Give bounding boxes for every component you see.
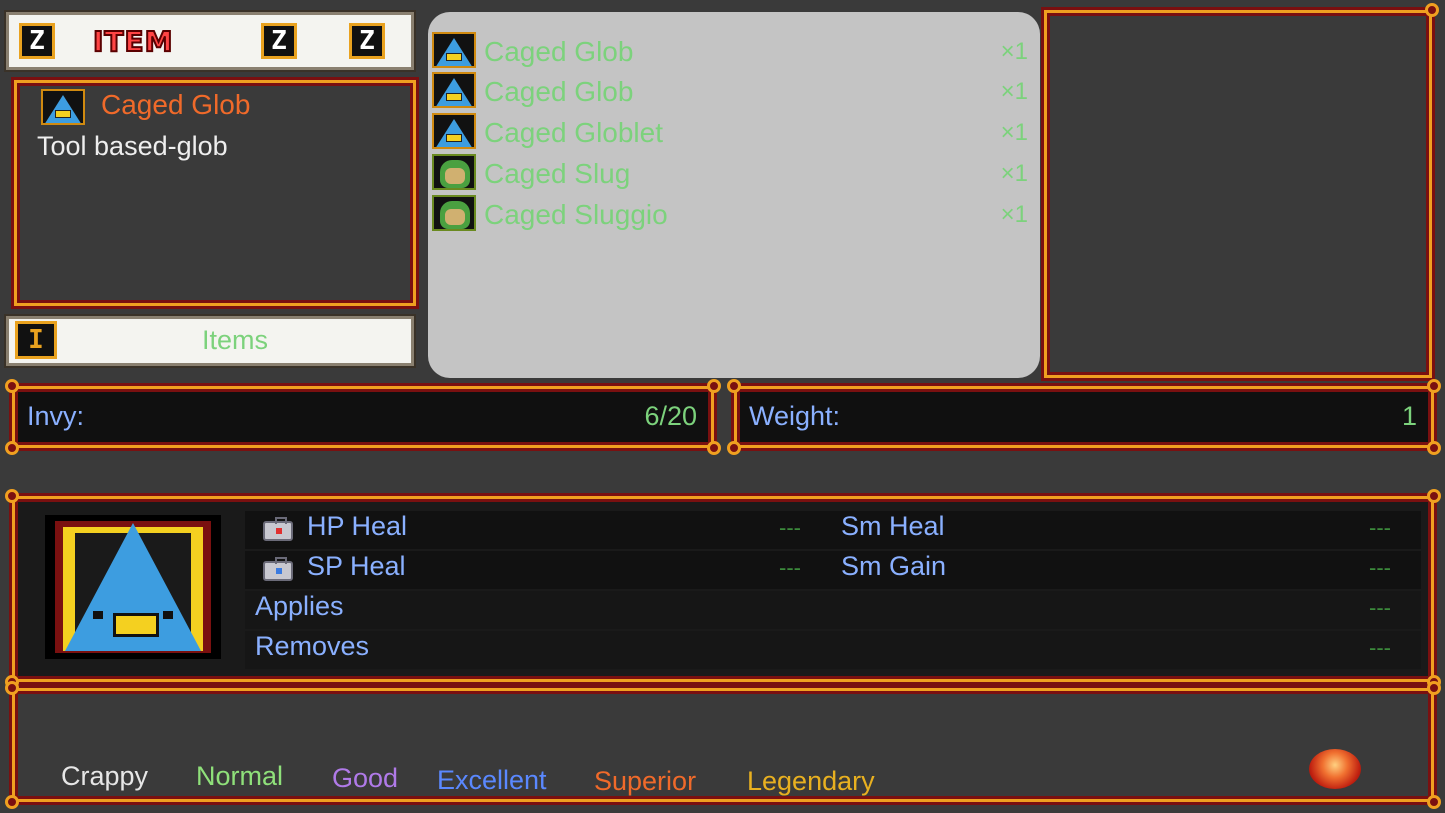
slug-icon [432,195,476,231]
list-item[interactable]: Caged Glob ×1 [432,72,1032,110]
sort-button[interactable]: Z [261,23,297,59]
item-title-logo: ITEM [92,24,174,59]
item-detail-panel: Caged Glob Tool based-glob [14,80,416,306]
rarity-normal: Normal [196,761,284,791]
stats-panel: HP Heal --- SP Heal --- Sm Heal --- Sm G… [5,489,1441,689]
list-item-name: Caged Slug [484,158,631,189]
category-icon: I [15,321,57,359]
light-orb-icon[interactable] [1309,749,1361,789]
rarity-crappy: Crappy [61,761,149,791]
right-upper-frame [1044,3,1439,378]
glob-icon [432,72,476,108]
glob-icon [432,32,476,68]
medkit-red-icon [263,517,293,541]
removes-label: Removes [255,631,370,661]
item-portrait [45,515,221,659]
glob-icon [432,113,476,149]
rarity-superior: Superior [594,766,697,796]
sm-heal-value: --- [1369,515,1391,540]
sm-gain-value: --- [1369,555,1391,580]
invy-bar: Invy: 6/20 [5,379,721,455]
rarity-legendary: Legendary [747,766,875,796]
hp-heal-value: --- [779,515,801,540]
list-item-name: Caged Glob [484,76,634,107]
list-item[interactable]: Caged Slug ×1 [432,154,1032,192]
list-item[interactable]: Caged Globlet ×1 [432,113,1032,151]
sm-heal-label: Sm Heal [841,511,945,541]
weight-label: Weight: [749,401,841,431]
rarity-excellent: Excellent [437,765,547,795]
rarity-good: Good [332,763,399,793]
invy-label: Invy: [27,401,85,431]
selected-item-name: Caged Glob [101,89,251,120]
invy-value: 6/20 [644,401,697,431]
frame-corner [1425,3,1439,17]
filter-button[interactable]: Z [349,23,385,59]
list-item-qty: ×1 [1000,78,1028,105]
list-item[interactable]: Caged Glob ×1 [432,32,1032,70]
applies-label: Applies [255,591,344,621]
list-item-qty: ×1 [1000,119,1028,146]
category-label: Items [201,325,268,355]
inventory-screen: { "header": { "logo_text": "ITEM", "left… [0,0,1445,813]
prev-tab-button[interactable]: Z [19,23,55,59]
selected-item-description: Tool based-glob [37,131,228,161]
category-plate[interactable]: I Items [6,316,414,366]
sp-heal-value: --- [779,555,801,580]
selected-item-icon [41,89,85,125]
removes-value: --- [1369,635,1391,660]
rarity-legend-panel: Crappy Normal Good Excellent Superior Le… [5,681,1441,809]
list-item-name: Caged Globlet [484,117,664,148]
hp-heal-label: HP Heal [307,511,408,541]
list-item-qty: ×1 [1000,160,1028,187]
list-item-name: Caged Glob [484,36,634,67]
medkit-blue-icon [263,557,293,581]
sm-gain-label: Sm Gain [841,551,947,581]
weight-bar: Weight: 1 [727,379,1441,455]
header-plate: Z ITEM Z Z [6,12,414,70]
list-item-qty: ×1 [1000,201,1028,228]
list-item[interactable]: Caged Sluggio ×1 [432,195,1032,233]
sp-heal-label: SP Heal [307,551,406,581]
weight-value: 1 [1401,401,1417,431]
applies-value: --- [1369,595,1391,620]
slug-icon [432,154,476,190]
list-item-name: Caged Sluggio [484,199,668,230]
list-item-qty: ×1 [1000,38,1028,65]
